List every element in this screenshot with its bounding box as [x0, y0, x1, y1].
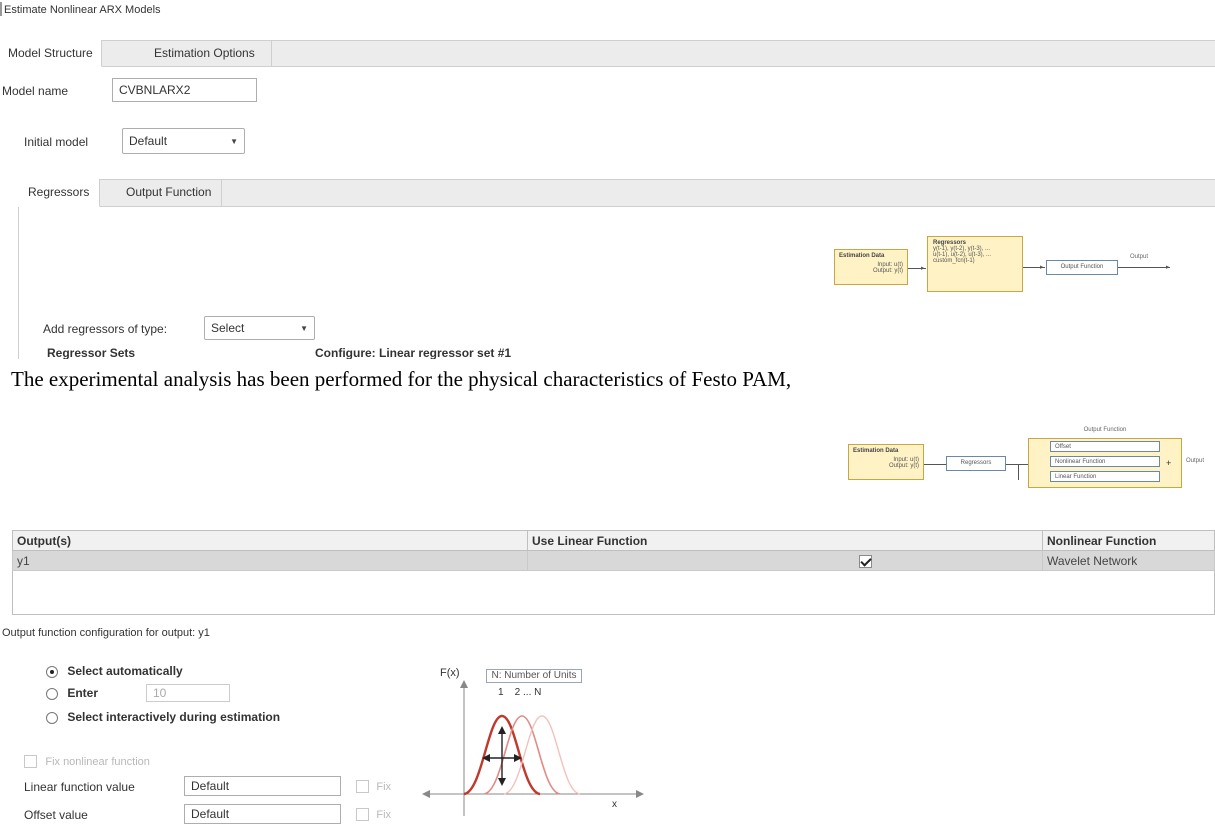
linear-fix-control[interactable]: Fix — [356, 779, 392, 794]
use-linear-checkbox[interactable] — [858, 554, 872, 568]
diagram-output-label: Output: y(t) — [872, 268, 903, 274]
x-axis-arrow-icon — [636, 790, 644, 798]
output-function-block: Output Function — [1046, 260, 1118, 275]
cell-output[interactable]: y1 — [12, 550, 528, 571]
fix-nonlinear-function[interactable]: Fix nonlinear function — [24, 754, 150, 769]
linear-function-value-input[interactable]: Default — [184, 776, 341, 796]
option-label: Select automatically — [67, 664, 183, 678]
option-label: Enter — [67, 686, 99, 700]
config-title: Output function configuration for output… — [2, 627, 210, 639]
radio-select-automatically[interactable] — [46, 665, 58, 678]
y-axis-arrow-icon — [460, 680, 468, 688]
wavelet-figure — [422, 680, 644, 816]
linear-fix-checkbox[interactable] — [356, 780, 369, 794]
connector-line — [1118, 267, 1170, 268]
arrow-right-icon: ▸ — [921, 265, 925, 272]
add-regressors-dropdown[interactable]: Select ▼ — [204, 316, 315, 340]
arrow-down-icon — [498, 778, 506, 786]
add-regressors-label: Add regressors of type: — [43, 322, 168, 336]
linear-function-block: Linear Function — [1050, 471, 1160, 482]
arrow-up-icon — [498, 726, 506, 734]
diagram-output-label: Output: y(t) — [888, 463, 919, 469]
offset-fix-checkbox[interactable] — [356, 808, 369, 822]
option-select-automatically[interactable]: Select automatically — [46, 664, 183, 678]
connector-line — [924, 464, 946, 465]
column-header-nonlinear: Nonlinear Function — [1042, 530, 1215, 551]
output-function-title: Output Function — [1083, 427, 1127, 433]
regressors-block: Regressors y(t-1), y(t-2), y(t-3), ... u… — [927, 236, 1023, 292]
table-row[interactable]: y1 Wavelet Network — [12, 550, 1215, 571]
nonlinear-function-block: Nonlinear Function — [1050, 456, 1160, 467]
initial-model-value: Default — [129, 134, 168, 148]
figure-x-axis-label: x — [612, 799, 617, 810]
estimation-data-title: Estimation Data — [853, 448, 899, 454]
number-of-units-note: N: Number of Units — [486, 669, 582, 683]
radio-select-interactively[interactable] — [46, 711, 58, 724]
initial-model-label: Initial model — [24, 135, 89, 149]
estimation-data-block: Estimation Data Input: u(t) Output: y(t) — [834, 249, 908, 285]
column-header-outputs: Output(s) — [12, 530, 528, 551]
output-function-table: Output(s) Use Linear Function Nonlinear … — [12, 530, 1215, 571]
model-name-input[interactable]: CVBNLARX2 — [112, 78, 257, 102]
linear-function-value-label: Linear function value — [24, 780, 135, 794]
linear-fix-label: Fix — [376, 781, 392, 793]
add-regressors-value: Select — [211, 321, 245, 335]
x-axis-left-arrow-icon — [422, 790, 430, 798]
table-empty-area — [12, 571, 1215, 615]
diagram-output-text: Output — [1130, 254, 1149, 260]
tab-regressors[interactable]: Regressors — [18, 179, 101, 207]
option-enter[interactable]: Enter — [46, 686, 98, 700]
regressors-panel — [18, 207, 1215, 359]
regressors-block: Regressors — [946, 456, 1006, 471]
offset-value-input[interactable]: Default — [184, 804, 341, 824]
unit-labels: 1 2 ... N — [498, 687, 542, 698]
tab-estimation-options[interactable]: Estimation Options — [138, 40, 272, 67]
regressors-line-3: custom_fcn(t-1) — [933, 258, 975, 264]
offset-fix-label: Fix — [376, 809, 392, 821]
table-header-row: Output(s) Use Linear Function Nonlinear … — [12, 530, 1215, 551]
arrow-right-icon: ▸ — [1166, 264, 1170, 271]
caption-text: The experimental analysis has been perfo… — [0, 359, 1215, 413]
option-label: Select interactively during estimation — [67, 710, 281, 724]
fix-nonlinear-label: Fix nonlinear function — [45, 756, 150, 768]
sum-junction-icon: + — [1166, 458, 1172, 468]
model-name-label: Model name — [2, 84, 69, 98]
title-bar-edge — [0, 2, 2, 16]
chevron-down-icon: ▼ — [230, 136, 238, 146]
connector-line — [1006, 464, 1028, 465]
tab-output-function[interactable]: Output Function — [116, 179, 223, 207]
regressor-sets-heading: Regressor Sets — [47, 346, 136, 360]
tab-model-structure[interactable]: Model Structure — [0, 40, 102, 67]
window-title: Estimate Nonlinear ARX Models — [4, 4, 161, 16]
offset-block: Offset — [1050, 441, 1160, 452]
connector-line — [1018, 464, 1019, 480]
chevron-down-icon: ▼ — [300, 323, 308, 333]
configure-heading: Configure: Linear regressor set #1 — [315, 346, 512, 360]
offset-fix-control[interactable]: Fix — [356, 807, 392, 822]
offset-value-label: Offset value — [24, 808, 88, 822]
units-input[interactable]: 10 — [146, 684, 230, 702]
cell-nonlinear-function[interactable]: Wavelet Network — [1042, 550, 1215, 571]
estimation-data-block: Estimation Data Input: u(t) Output: y(t) — [848, 444, 924, 480]
cell-use-linear[interactable] — [527, 550, 1043, 571]
option-select-interactively[interactable]: Select interactively during estimation — [46, 710, 280, 724]
wavelet-unit-2 — [483, 715, 561, 795]
arrow-right-icon: ▸ — [1040, 264, 1044, 271]
estimation-data-title: Estimation Data — [839, 253, 885, 259]
radio-enter[interactable] — [46, 687, 58, 700]
column-header-use-linear: Use Linear Function — [527, 530, 1043, 551]
initial-model-dropdown[interactable]: Default ▼ — [122, 128, 245, 154]
diagram-output-text: Output — [1186, 458, 1205, 464]
fix-nonlinear-checkbox[interactable] — [24, 755, 37, 769]
nlarx-dialog-top: Estimate Nonlinear ARX Models Model Stru… — [0, 0, 1215, 360]
